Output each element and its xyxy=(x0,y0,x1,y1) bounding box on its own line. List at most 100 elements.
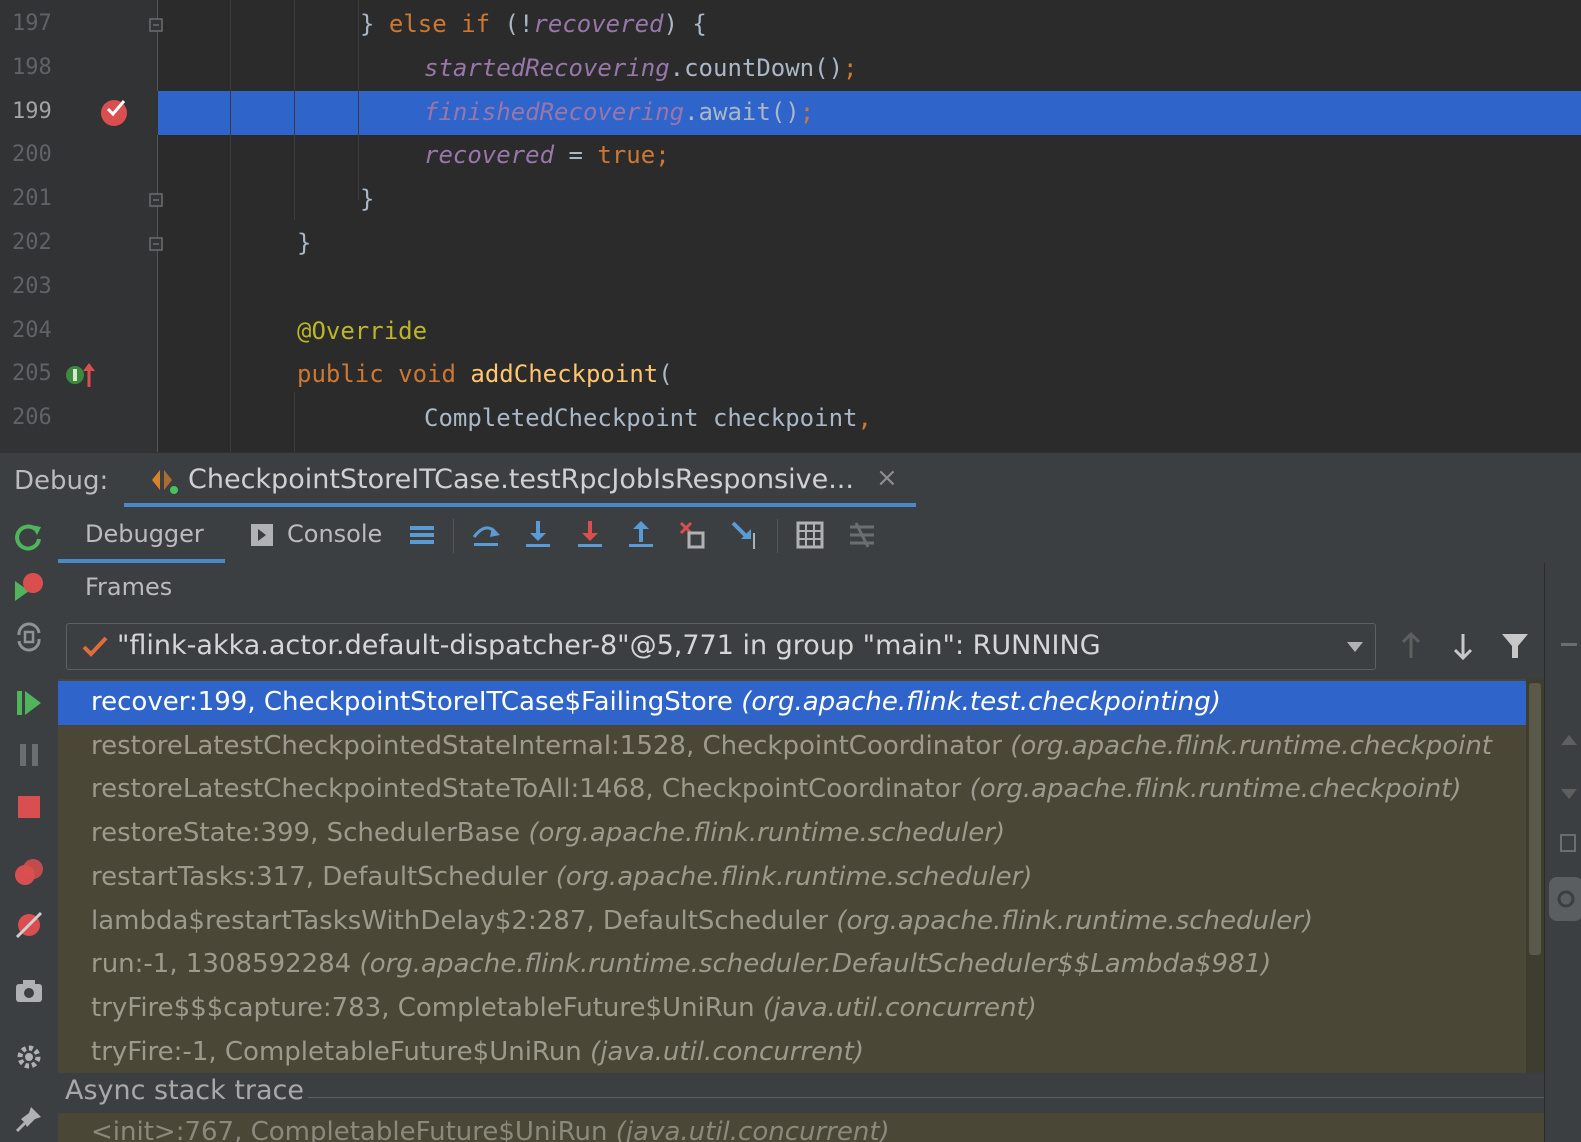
line-number: 205 xyxy=(12,361,52,387)
camera-icon[interactable] xyxy=(13,975,45,1007)
scrollbar-thumb[interactable] xyxy=(1529,683,1541,955)
code-line[interactable]: 201} xyxy=(0,178,1581,222)
show-execution-point-icon[interactable] xyxy=(406,519,438,551)
code-token: .await() xyxy=(684,97,800,126)
gutter-cell[interactable]: 204 xyxy=(0,310,158,354)
frame-text: restoreState:399, SchedulerBase (org.apa… xyxy=(91,818,1005,848)
frame-text: restartTasks:317, DefaultScheduler (org.… xyxy=(91,862,1032,892)
debugger-toolbar: Debugger Console xyxy=(58,507,1581,564)
force-step-into-icon[interactable] xyxy=(574,519,606,551)
frames-list[interactable]: recover:199, CheckpointStoreITCase$Faili… xyxy=(58,679,1544,1073)
close-icon[interactable]: × xyxy=(876,463,898,493)
implements-method-icon[interactable] xyxy=(65,361,97,389)
step-out-icon[interactable] xyxy=(625,519,657,551)
trace-current-stream-icon[interactable] xyxy=(846,519,878,551)
gutter-cell[interactable]: 200 xyxy=(0,134,158,178)
frames-panel-header: Frames xyxy=(58,563,1544,616)
line-number: 202 xyxy=(12,230,52,255)
code-line[interactable]: 206 CompletedCheckpoint checkpoint, xyxy=(0,397,1581,441)
gutter-cell[interactable]: 198 xyxy=(0,47,158,91)
restore-layout-icon[interactable] xyxy=(13,621,45,653)
indent-guide xyxy=(294,0,295,220)
arrow-up-icon[interactable] xyxy=(1395,628,1427,664)
debug-session-tab[interactable]: CheckpointStoreITCase.testRpcJobIsRespon… xyxy=(124,453,916,508)
rerun-icon[interactable] xyxy=(13,521,45,553)
frame-row[interactable]: restoreLatestCheckpointedStateToAll:1468… xyxy=(58,768,1526,812)
code-token: addCheckpoint xyxy=(470,360,659,389)
resume-with-breakpoint-icon[interactable] xyxy=(13,571,45,603)
code-line[interactable]: 203 xyxy=(0,266,1581,310)
divider xyxy=(308,1097,1544,1098)
line-number: 199 xyxy=(12,98,52,124)
selected-frame-row[interactable]: recover:199, CheckpointStoreITCase$Faili… xyxy=(58,681,1526,725)
view-breakpoints-icon[interactable] xyxy=(13,857,45,889)
code-line[interactable]: 204 @Override xyxy=(0,310,1581,354)
frame-row[interactable]: lambda$restartTasksWithDelay$2:287, Defa… xyxy=(58,900,1526,944)
step-into-icon[interactable] xyxy=(522,519,554,551)
code-token: ; xyxy=(799,97,815,126)
toggle-panel-icon[interactable] xyxy=(1549,877,1581,921)
fold-start-icon[interactable] xyxy=(149,18,163,32)
tab-console[interactable]: Console xyxy=(248,507,388,563)
code-editor[interactable]: 197} else if (!recovered) { 198 startedRec… xyxy=(0,0,1581,452)
mute-breakpoints-icon[interactable] xyxy=(13,909,45,941)
code-line[interactable]: 200 recovered = true; xyxy=(0,134,1581,178)
async-frame-row[interactable]: <init>:767, CompletableFuture$UniRun (ja… xyxy=(58,1113,1544,1142)
frame-package: (java.util.concurrent) xyxy=(590,1036,864,1067)
pin-icon[interactable] xyxy=(13,1103,45,1135)
frame-method: restoreLatestCheckpointedStateToAll:1468… xyxy=(91,774,970,805)
async-stack-trace-title: Async stack trace xyxy=(65,1075,305,1106)
tab-console-label: Console xyxy=(287,520,383,548)
gutter-cell[interactable]: 199 xyxy=(0,90,158,135)
gutter-cell[interactable]: 197 xyxy=(0,3,158,47)
scroll-up-icon[interactable] xyxy=(1561,733,1577,749)
code-text: } xyxy=(360,185,374,213)
minus-icon[interactable] xyxy=(1561,641,1577,647)
code-text: startedRecovering.countDown(); xyxy=(424,54,857,82)
tab-debugger[interactable]: Debugger xyxy=(58,507,225,563)
drop-frame-icon[interactable] xyxy=(677,519,709,551)
frame-text: lambda$restartTasksWithDelay$2:287, Defa… xyxy=(91,906,1313,936)
frame-row[interactable]: tryFire$$$capture:783, CompletableFuture… xyxy=(58,987,1526,1031)
code-token: finishedRecovering xyxy=(424,97,685,126)
code-line[interactable]: 202} xyxy=(0,222,1581,266)
line-number: 200 xyxy=(12,142,52,168)
evaluate-expression-icon[interactable] xyxy=(794,519,826,551)
frame-row[interactable]: tryFire:-1, CompletableFuture$UniRun (ja… xyxy=(58,1031,1526,1073)
arrow-down-icon[interactable] xyxy=(1447,628,1479,664)
scroll-down-icon[interactable] xyxy=(1561,785,1577,801)
fold-end-icon[interactable] xyxy=(149,193,163,207)
code-line[interactable]: 198 startedRecovering.countDown(); xyxy=(0,47,1581,91)
filter-icon[interactable] xyxy=(1499,628,1531,664)
settings-icon[interactable] xyxy=(13,1041,45,1073)
frame-row[interactable]: restoreState:399, SchedulerBase (org.apa… xyxy=(58,812,1526,856)
code-line[interactable]: 205 public void addCheckpoint( xyxy=(0,353,1581,397)
fold-end-icon[interactable] xyxy=(149,237,163,251)
step-over-icon[interactable] xyxy=(470,519,502,551)
breakpoint-check-icon[interactable] xyxy=(99,96,131,128)
frame-row[interactable]: restoreLatestCheckpointedStateInternal:1… xyxy=(58,725,1526,769)
copy-icon[interactable] xyxy=(1559,833,1579,855)
gutter-cell[interactable]: 206 xyxy=(0,397,158,441)
code-line[interactable]: 197} else if (!recovered) { xyxy=(0,3,1581,47)
frame-row[interactable]: run:-1, 1308592284 (org.apache.flink.run… xyxy=(58,943,1526,987)
line-number: 198 xyxy=(12,54,52,80)
run-to-cursor-icon[interactable] xyxy=(729,519,761,551)
stop-icon[interactable] xyxy=(13,791,45,823)
frames-scrollbar[interactable] xyxy=(1526,679,1544,1073)
frame-row[interactable]: restartTasks:317, DefaultScheduler (org.… xyxy=(58,856,1526,900)
code-text: finishedRecovering.await(); xyxy=(424,98,814,126)
pause-program-icon[interactable] xyxy=(13,739,45,771)
frame-method: tryFire$$$capture:783, CompletableFuture… xyxy=(91,992,763,1023)
gutter-cell[interactable]: 203 xyxy=(0,266,158,310)
gutter-cell[interactable]: 201 xyxy=(0,178,158,222)
gutter-cell[interactable]: 202 xyxy=(0,222,158,266)
code-token: } xyxy=(297,229,312,257)
code-token: @Override xyxy=(297,316,428,345)
current-execution-line[interactable]: 199 finishedRecovering.await(); xyxy=(0,90,1581,135)
console-icon xyxy=(251,524,273,546)
async-frame-text: <init>:767, CompletableFuture$UniRun (ja… xyxy=(91,1117,890,1142)
thread-dropdown[interactable]: "flink-akka.actor.default-dispatcher-8"@… xyxy=(66,623,1376,670)
resume-program-icon[interactable] xyxy=(13,687,45,719)
frame-text: restoreLatestCheckpointedStateToAll:1468… xyxy=(91,774,1462,804)
